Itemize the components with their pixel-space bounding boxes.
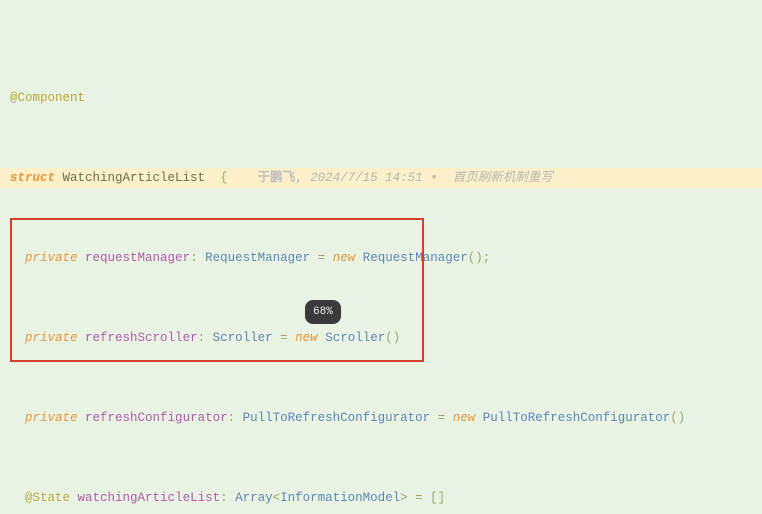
code-line: private requestManager: RequestManager =… [0, 248, 762, 268]
code-editor[interactable]: @Component struct WatchingArticleList { … [0, 0, 762, 514]
class-name: WatchingArticleList [63, 171, 206, 185]
kw-struct: struct [10, 171, 55, 185]
code-line: private refreshScroller: Scroller = new … [0, 328, 762, 348]
annotate-date: 2024/7/15 14:51 [310, 171, 423, 185]
code-line: @State watchingArticleList: Array<Inform… [0, 488, 762, 508]
struct-declaration-line: struct WatchingArticleList { 于鹏飞, 2024/7… [0, 168, 762, 188]
annotate-author: 于鹏飞, [258, 171, 303, 185]
annotate-note: 首页刷新机制重写 [453, 171, 553, 185]
progress-overlay: 68% [305, 300, 341, 324]
brace-open: { [220, 171, 228, 185]
code-line: @Component [0, 88, 762, 108]
code-line: private refreshConfigurator: PullToRefre… [0, 408, 762, 428]
annotation-component: @Component [10, 91, 85, 105]
